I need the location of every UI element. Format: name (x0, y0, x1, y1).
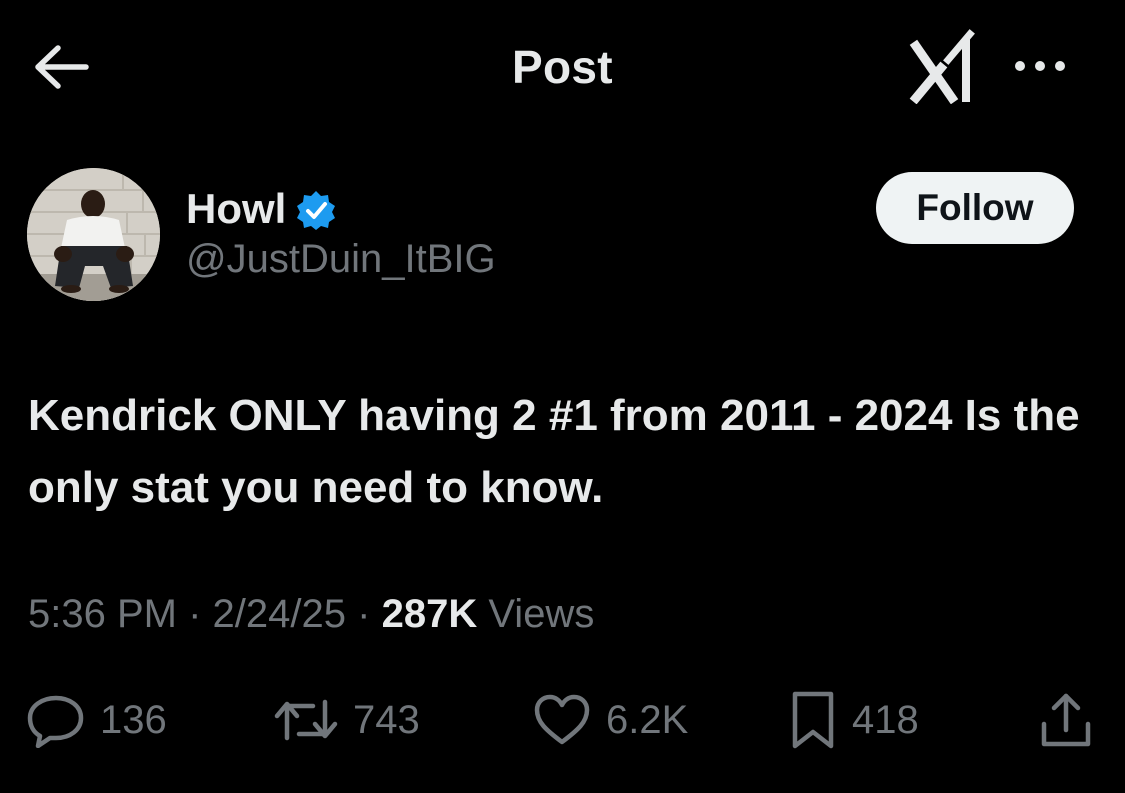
verified-badge-icon (297, 191, 336, 230)
more-dots-icon (1015, 61, 1065, 71)
more-options-button[interactable] (1008, 48, 1072, 84)
arrow-left-icon (35, 45, 89, 89)
bookmark-button[interactable]: 418 (788, 690, 919, 750)
author-handle[interactable]: @JustDuin_ItBIG (186, 237, 496, 282)
bookmark-icon (792, 691, 834, 749)
grok-button[interactable] (908, 28, 980, 105)
repost-count: 743 (353, 697, 420, 742)
post-text: Kendrick ONLY having 2 #1 from 2011 - 20… (28, 391, 1080, 512)
follow-button[interactable]: Follow (876, 172, 1074, 244)
meta-separator: · (188, 592, 202, 636)
bookmark-count: 418 (852, 697, 919, 742)
heart-icon (534, 694, 590, 745)
post-meta: 5:36 PM · 2/24/25 · 287K Views (28, 592, 594, 637)
post-date[interactable]: 2/24/25 (213, 592, 346, 636)
repost-button[interactable]: 743 (273, 690, 420, 750)
back-button[interactable] (28, 40, 92, 94)
like-button[interactable]: 6.2K (532, 690, 688, 750)
share-icon (1041, 693, 1091, 747)
views-count: 287K (381, 592, 478, 636)
like-count: 6.2K (606, 697, 689, 742)
author-name-row: Howl (186, 182, 336, 236)
action-bar: 136 743 6.2K 418 (0, 690, 1125, 750)
author-name[interactable]: Howl (186, 185, 286, 233)
meta-separator: · (357, 592, 371, 636)
views-label: Views (488, 592, 595, 636)
reply-icon (27, 695, 84, 748)
repost-icon (274, 699, 338, 741)
reply-count: 136 (100, 697, 167, 742)
avatar[interactable] (27, 168, 160, 301)
grok-logo-icon (909, 29, 975, 105)
avatar-photo (27, 168, 160, 301)
post-time[interactable]: 5:36 PM (28, 592, 177, 636)
reply-button[interactable]: 136 (26, 690, 167, 750)
top-bar: Post (0, 0, 1125, 135)
share-button[interactable] (1036, 690, 1096, 750)
